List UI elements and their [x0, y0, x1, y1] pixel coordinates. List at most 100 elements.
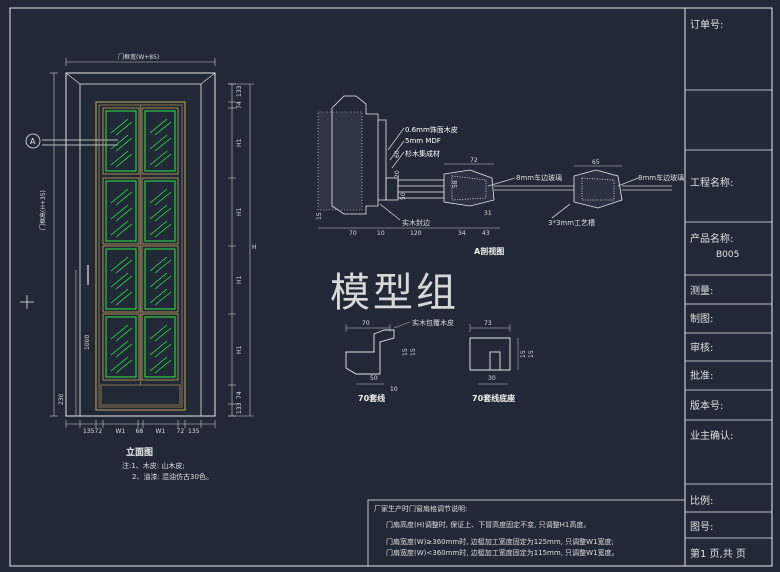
- top-dim-label: 门框宽(W+85): [118, 54, 160, 61]
- section-dim-top-1: 72: [470, 157, 478, 164]
- approved-label: 批准:: [690, 371, 714, 382]
- order-no-label: 订单号:: [690, 20, 724, 31]
- glass-hatch-line: [110, 356, 129, 372]
- casing-70-dim-3: 10: [390, 386, 398, 393]
- glass-bead-2: [573, 169, 623, 209]
- glass-hatch-line: [110, 340, 129, 356]
- section-marker-label: A: [30, 137, 36, 146]
- factory-notes-line-2: 门扇宽度(W)≥360mm时, 边梃加工宽度固定为125mm, 只调整W1宽度;: [386, 538, 614, 546]
- casing-base-dim-3: 15: [520, 350, 527, 358]
- glass-hatch-line: [149, 256, 168, 272]
- factory-notes-line-1: 门扇高度(H)调整时, 保证上、下冒高度固定不变, 只调整H1高度。: [386, 521, 591, 529]
- bottom-left-dim: 230: [58, 393, 65, 405]
- glass-strip-2-label: 8mm车边玻璃: [638, 174, 685, 182]
- bottom-dim-label: 72: [94, 428, 103, 435]
- casing-70-dim-4: 15: [402, 348, 409, 356]
- elevation-note-2: 2、油漆: 混油仿古30色。: [132, 473, 213, 481]
- owner-confirm-label: 业主确认:: [690, 431, 734, 442]
- section-dim-v5: 58: [452, 180, 459, 188]
- section-dim-b6: 31: [484, 210, 492, 217]
- section-dim-top-2: 65: [592, 159, 600, 166]
- casing-base-caption: 70套线底座: [472, 394, 516, 403]
- casing-base-dim-width: 73: [484, 320, 492, 327]
- glass-hatch-line: [110, 324, 129, 340]
- bottom-dim-label: 68: [135, 428, 144, 435]
- section-detail: [317, 95, 672, 229]
- layer-label-fir: 杉木集成材: [405, 150, 440, 158]
- glass-hatch-line: [154, 275, 172, 290]
- version-label: 版本号:: [690, 401, 724, 412]
- right-dim-label: 74: [236, 101, 243, 109]
- glass-hatch-line: [110, 272, 129, 288]
- glass-hatch-line: [149, 118, 168, 134]
- glass-hatch-line: [149, 288, 168, 304]
- right-dim-label: 74: [236, 390, 243, 399]
- right-dim-label: 133: [236, 85, 243, 97]
- right-total-dim: H: [252, 244, 257, 251]
- section-dim-b4: 34: [458, 230, 466, 237]
- section-dim-b1: 70: [349, 230, 357, 237]
- glass-hatch-line: [149, 134, 168, 150]
- glass-hatch-line: [154, 327, 172, 342]
- casing-70-caption: 70套线: [358, 394, 386, 403]
- section-dim-v4: 50: [400, 192, 407, 200]
- glass-hatch-line: [154, 223, 172, 238]
- surveyed-label: 测量:: [690, 286, 714, 297]
- drawing-no-label: 图号:: [690, 522, 714, 533]
- glass-hatch-line: [154, 291, 172, 306]
- casing-70-dim-width: 70: [362, 320, 370, 327]
- elevation-note-1: 注:1、木皮: 山木皮;: [122, 462, 185, 470]
- product-name-label: 产品名称:: [690, 234, 734, 245]
- glass-hatch-line: [115, 153, 133, 168]
- glass-hatch-line: [149, 220, 168, 236]
- bottom-dim-label: 135: [188, 428, 200, 435]
- handle-dim-label: 1000: [84, 334, 91, 350]
- glass-hatch-line: [115, 207, 133, 222]
- glass-hatch-line: [115, 291, 133, 306]
- glass-hatch-line: [110, 134, 129, 150]
- glass-hatch-line: [115, 121, 133, 136]
- glass-hatch-line: [154, 207, 172, 222]
- glass-hatch-line: [154, 153, 172, 168]
- watermark-text: 模型组: [330, 270, 459, 316]
- bottom-dim-label: 72: [176, 428, 185, 435]
- glass-hatch-line: [115, 223, 133, 238]
- glass-hatch-line: [115, 343, 133, 358]
- casing-base-dim-4: 15: [528, 350, 535, 358]
- right-dim-label: 133: [236, 402, 243, 414]
- glass-hatch-line: [154, 259, 172, 274]
- section-dim-v2: 20: [394, 170, 401, 178]
- layer-label-veneer: 0.6mm饰面木皮: [405, 126, 458, 134]
- glass-hatch-line: [110, 204, 129, 220]
- bottom-dim-label: W1: [155, 428, 166, 435]
- craft-slot-label: 3*3mm工艺槽: [548, 219, 596, 227]
- section-dim-v1: 60: [394, 150, 401, 158]
- glass-hatch-line: [110, 150, 129, 166]
- right-dim-label: H1: [236, 138, 243, 147]
- solid-edge-label: 实木封边: [402, 219, 430, 227]
- glass-hatch-line: [110, 288, 129, 304]
- glass-hatch-line: [154, 191, 172, 206]
- drawn-label: 制图:: [690, 314, 714, 325]
- door-elevation: A: [20, 72, 216, 417]
- section-dim-b3: 120: [410, 230, 422, 237]
- left-dim-label: 门框高(H+35): [40, 190, 47, 230]
- glass-hatch-line: [149, 150, 168, 166]
- glass-hatch-line: [110, 188, 129, 204]
- elevation-dimensions: [50, 58, 254, 428]
- glass-hatch-line: [115, 259, 133, 274]
- page-label: 第1 页,共 页: [690, 549, 746, 560]
- section-dim-b2: 10: [377, 230, 385, 237]
- product-code: B005: [716, 250, 740, 260]
- scale-label: 比例:: [690, 496, 714, 507]
- glass-strip-1-label: 8mm车边玻璃: [516, 174, 563, 182]
- casing-70-label: 实木包覆木皮: [412, 319, 454, 327]
- elevation-caption: 立面图: [126, 448, 154, 458]
- wall-hatch: [317, 111, 363, 211]
- section-dim-b5: 43: [482, 230, 490, 237]
- glass-hatch-line: [154, 137, 172, 152]
- glass-hatch-line: [149, 188, 168, 204]
- reviewed-label: 审核:: [690, 343, 714, 354]
- glass-hatch-line: [149, 272, 168, 288]
- glass-hatch-line: [149, 324, 168, 340]
